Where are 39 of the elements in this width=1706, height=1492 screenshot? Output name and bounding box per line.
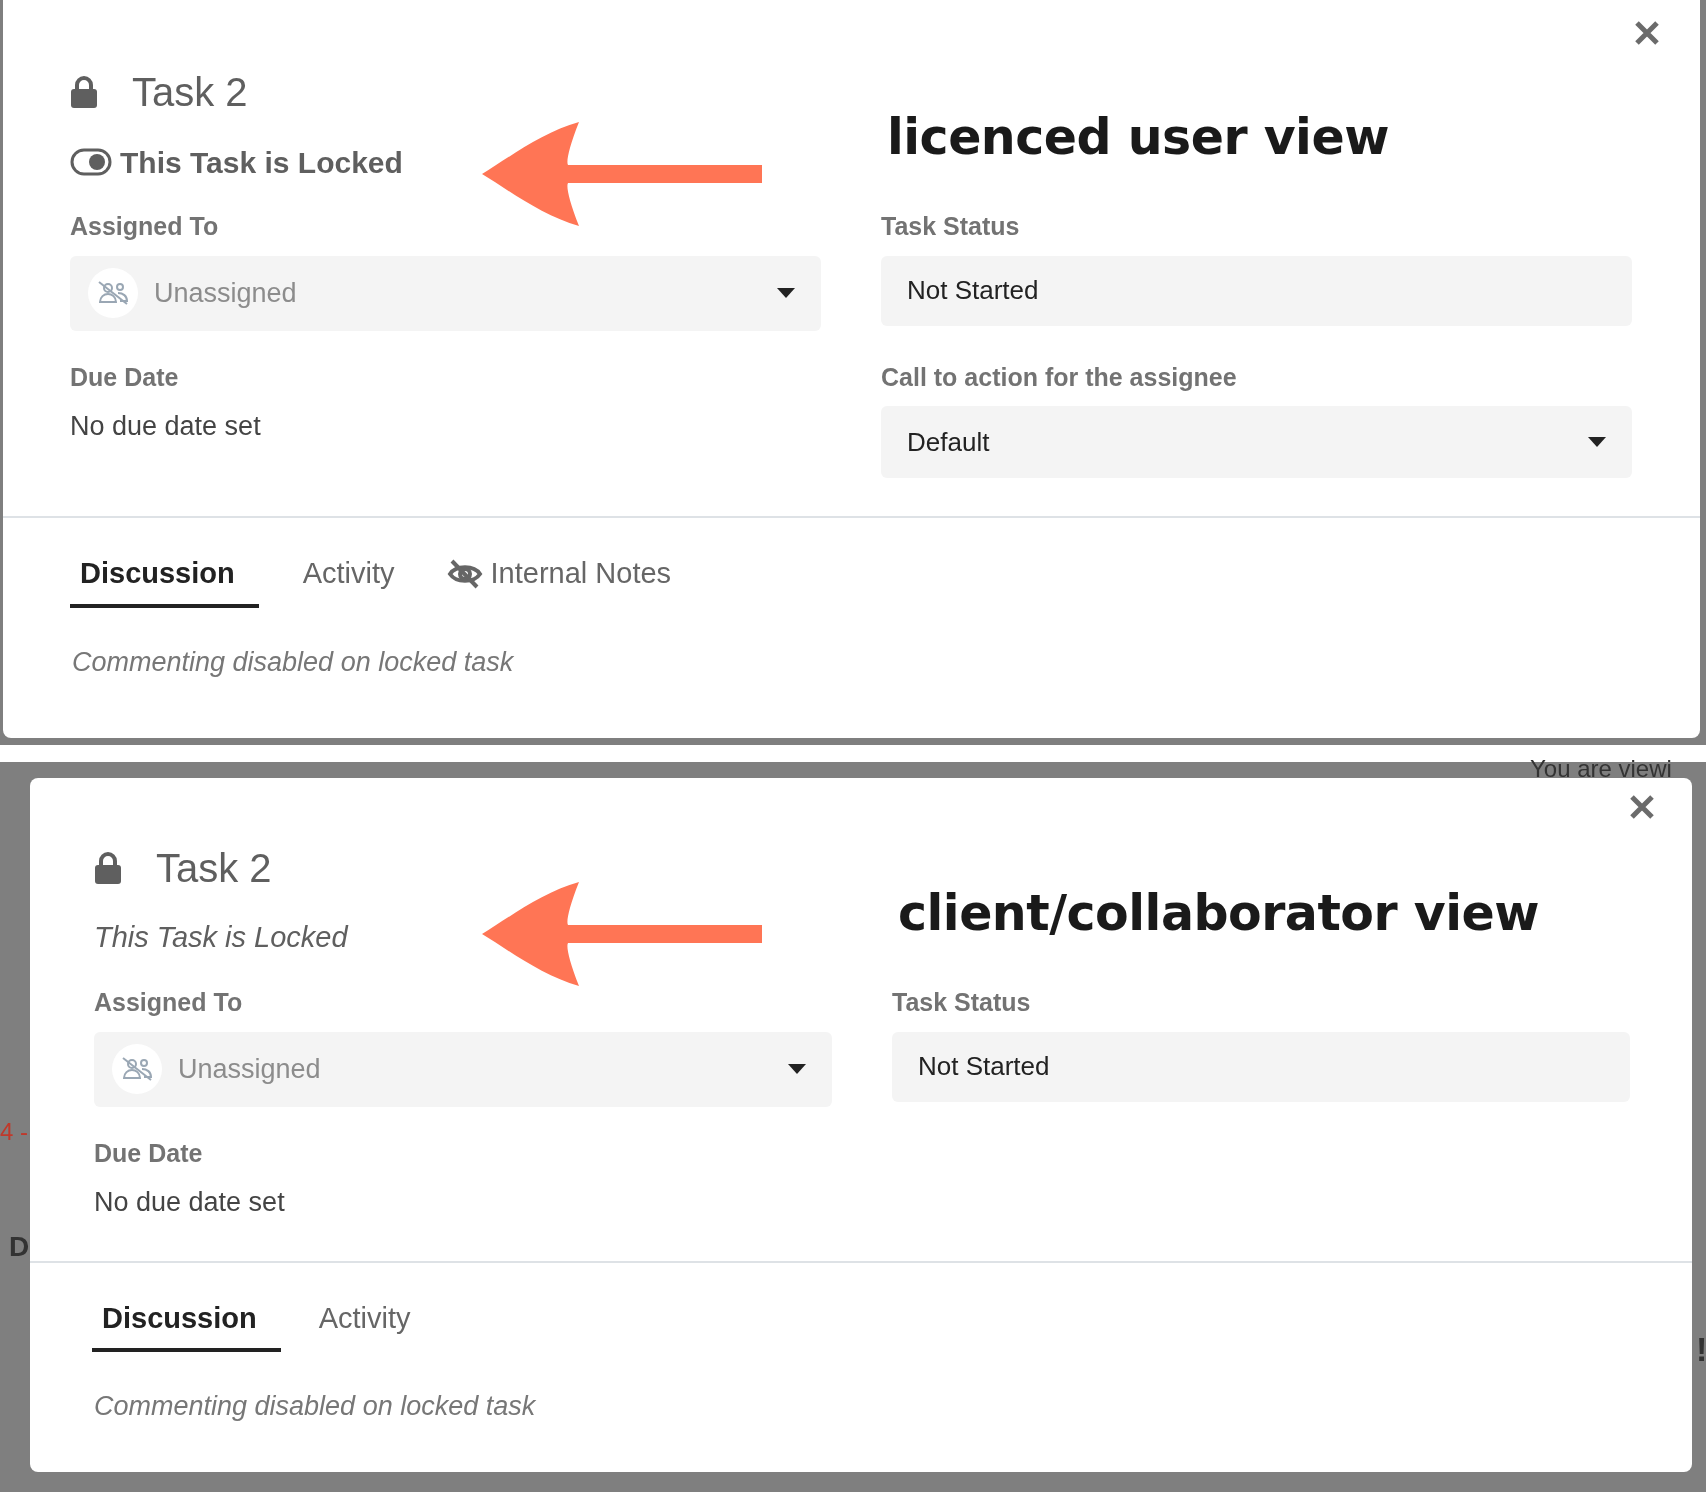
tab[interactable]: Discussion	[92, 1286, 281, 1352]
status-field[interactable]: Not Started	[892, 1031, 1630, 1102]
field-label: Task Status	[881, 211, 1020, 242]
unassigned-icon	[96, 280, 130, 306]
task-title: Task 2	[132, 69, 248, 116]
lock-icon	[70, 76, 98, 108]
backdrop-text: D	[9, 1230, 30, 1264]
field-label: Assigned To	[94, 987, 243, 1018]
field-label: Task Status	[892, 987, 1031, 1018]
caret-icon	[788, 1064, 806, 1074]
annotation-caption: licenced user view	[886, 107, 1390, 168]
status-field[interactable]: Not Started	[881, 255, 1632, 326]
field-label: Call to action for the assignee	[881, 361, 1237, 393]
comment-notice: Commenting disabled on locked task	[72, 645, 514, 679]
tab[interactable]: Activity	[310, 1286, 419, 1352]
close-button[interactable]	[1629, 794, 1655, 820]
backdrop-text: !	[1696, 1329, 1706, 1370]
tab[interactable]: Internal Notes	[438, 542, 680, 608]
close-button[interactable]	[1634, 20, 1660, 46]
caret-icon	[777, 288, 795, 298]
field-label: Due Date	[70, 361, 179, 393]
due-date-value: No due date set	[70, 410, 262, 443]
annotation-caption: client/collaborator view	[897, 883, 1540, 944]
lock-icon	[94, 852, 122, 884]
field-label: Assigned To	[70, 211, 219, 242]
field-label: Due Date	[94, 1137, 203, 1169]
lock-label: This Task is Locked	[120, 144, 403, 181]
backdrop-text: You are viewi	[1530, 754, 1672, 784]
tab[interactable]: Activity	[294, 542, 403, 608]
toggle-switch[interactable]	[70, 147, 112, 177]
unassigned-icon	[120, 1056, 154, 1082]
action-select[interactable]: Default	[881, 406, 1632, 478]
backdrop-text: 4 -	[0, 1117, 28, 1147]
due-date-value: No due date set	[94, 1186, 286, 1219]
caret-icon	[1588, 437, 1606, 447]
tab[interactable]: Discussion	[70, 542, 259, 608]
comment-notice: Commenting disabled on locked task	[94, 1390, 536, 1423]
lock-note: This Task is Locked	[94, 920, 348, 956]
task-title: Task 2	[156, 845, 272, 892]
